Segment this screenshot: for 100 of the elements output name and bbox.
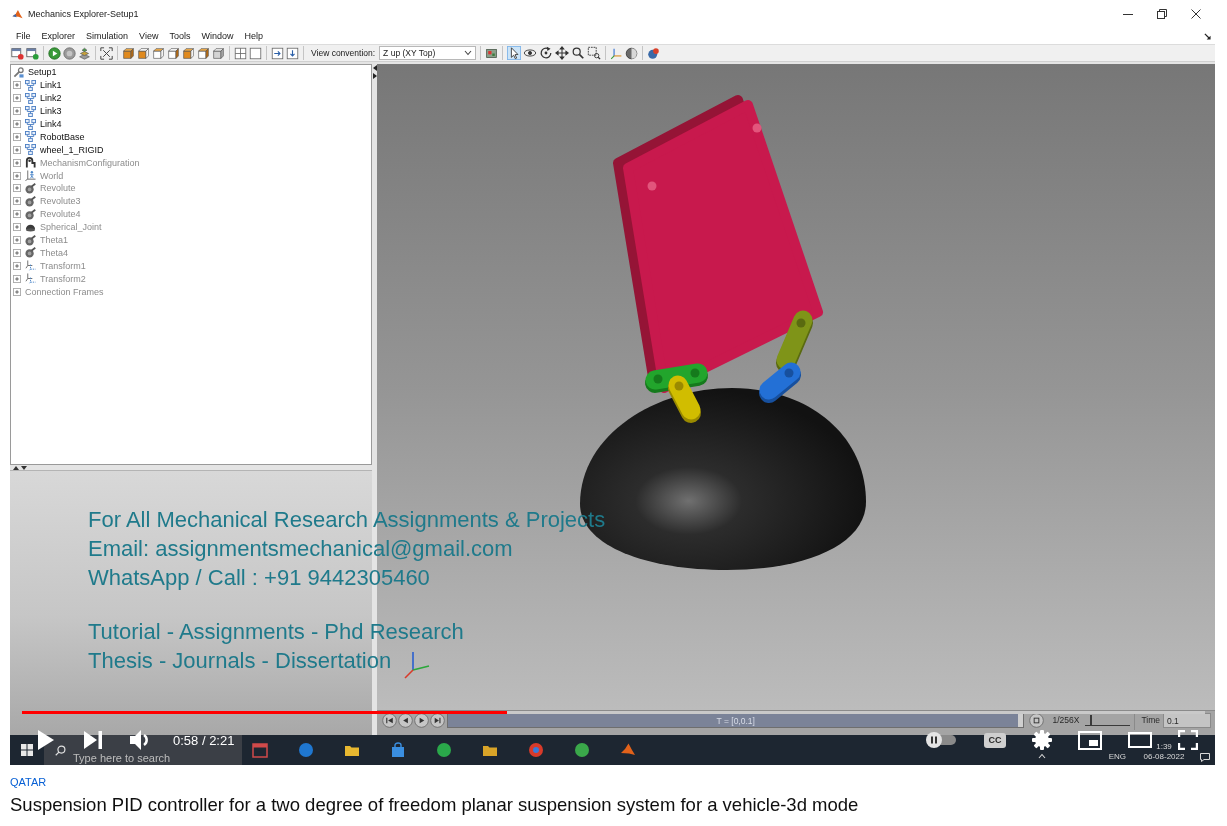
menu-item[interactable]: View (139, 31, 159, 41)
magnifier-icon[interactable] (571, 46, 586, 60)
calendar-icon[interactable] (252, 742, 268, 758)
expand-icon[interactable] (13, 107, 21, 116)
ball-icon[interactable] (647, 46, 661, 60)
chevron-up-icon[interactable] (1037, 753, 1046, 759)
grid-icon[interactable] (234, 46, 247, 60)
tree-item[interactable]: Revolute4 (40, 208, 81, 221)
menu-item[interactable]: Help (244, 31, 263, 41)
menu-item[interactable]: Simulation (86, 31, 129, 41)
expand-icon[interactable] (13, 248, 21, 257)
step-forward-icon[interactable] (430, 713, 445, 728)
box-magnifier-icon[interactable] (587, 46, 602, 60)
tree-item[interactable]: Link3 (40, 105, 62, 118)
fullscreen-icon[interactable] (1178, 730, 1198, 750)
globe-icon[interactable] (298, 742, 314, 758)
bag-icon[interactable] (390, 742, 406, 758)
message-icon[interactable] (1200, 753, 1210, 762)
peak-icon[interactable] (620, 742, 636, 758)
restore-icon[interactable] (1157, 9, 1167, 19)
play-icon[interactable] (414, 713, 429, 728)
tree-item[interactable]: Revolute3 (40, 195, 81, 208)
tree-item[interactable]: Link1 (40, 79, 62, 92)
cube-icon[interactable] (137, 46, 150, 60)
box-arrow-icon[interactable] (286, 46, 299, 60)
expand-icon[interactable] (13, 223, 21, 232)
skip-back-icon[interactable] (382, 713, 397, 728)
globe-icon[interactable] (528, 742, 544, 758)
tree-item[interactable]: Link2 (40, 92, 62, 105)
fit-view-icon[interactable] (100, 46, 113, 60)
tree-item[interactable]: Theta4 (40, 246, 69, 259)
globe-icon[interactable] (436, 742, 452, 758)
clock-date[interactable]: 06-08-2022 (1143, 752, 1185, 762)
language-indicator[interactable]: ENG (1108, 752, 1126, 762)
expand-icon[interactable] (13, 236, 21, 244)
block-icon[interactable] (485, 46, 499, 60)
slider-thumb[interactable] (1089, 715, 1092, 726)
expand-icon[interactable] (13, 120, 21, 128)
autoplay-toggle[interactable] (926, 732, 958, 748)
window-icon[interactable] (11, 46, 24, 60)
windows-logo-icon[interactable] (21, 744, 33, 756)
menu-item[interactable]: File (16, 31, 31, 41)
tree-item[interactable]: Setup1 (28, 66, 57, 79)
rotate-icon[interactable] (539, 46, 554, 60)
expand-icon[interactable] (13, 145, 21, 154)
cube-icon[interactable] (212, 46, 225, 60)
expand-icon[interactable] (13, 184, 21, 193)
menu-item[interactable]: Explorer (41, 31, 76, 41)
expand-icon[interactable] (13, 261, 21, 270)
tree-item[interactable]: Spherical_Joint (40, 221, 102, 234)
globe-icon[interactable] (574, 742, 590, 758)
speed-slider[interactable] (1085, 715, 1131, 726)
tree-item[interactable]: Link4 (40, 118, 62, 130)
expand-icon[interactable] (13, 287, 21, 296)
stack-icon[interactable] (78, 46, 91, 60)
tree-item[interactable]: Connection Frames (25, 285, 104, 298)
tree-item[interactable]: wheel_1_RIGID (40, 143, 104, 156)
cube-icon[interactable] (197, 46, 210, 60)
sphere-icon[interactable] (625, 46, 639, 60)
view-convention-dropdown[interactable]: Z up (XY Top) (379, 46, 477, 60)
tree-item[interactable]: Transform1 (40, 259, 86, 272)
pointer-icon[interactable] (507, 46, 522, 60)
miniplayer-icon[interactable] (1078, 730, 1102, 750)
expand-icon[interactable] (13, 210, 21, 219)
eye-icon[interactable] (523, 46, 538, 60)
corner-arrow-icon[interactable] (1204, 32, 1211, 40)
theater-mode-icon[interactable] (1128, 732, 1152, 748)
collapse-arrows-icon[interactable] (372, 65, 377, 79)
cube-icon[interactable] (152, 46, 165, 60)
tree-item[interactable]: Theta1 (40, 234, 69, 246)
hashtag-link[interactable]: QATAR (10, 776, 47, 789)
splitter-arrows-icon[interactable] (12, 465, 28, 470)
expand-icon[interactable] (13, 197, 21, 206)
expand-icon[interactable] (13, 171, 21, 180)
next-icon[interactable] (84, 731, 102, 749)
tree-item[interactable]: World (40, 169, 64, 182)
cube-icon[interactable] (182, 46, 195, 60)
expand-icon[interactable] (13, 94, 21, 103)
menu-item[interactable]: Window (201, 31, 234, 41)
clock-time[interactable]: 1:39 (1156, 742, 1172, 752)
play-icon[interactable] (38, 730, 54, 750)
expand-icon[interactable] (13, 81, 21, 90)
menu-item[interactable]: Tools (169, 31, 191, 41)
stop-icon[interactable] (63, 46, 76, 60)
close-icon[interactable] (1191, 9, 1201, 19)
video-progress-track[interactable] (22, 711, 1205, 714)
pane-icon[interactable] (249, 46, 262, 60)
cube-icon[interactable] (122, 46, 135, 60)
window-icon[interactable] (26, 46, 39, 60)
expand-icon[interactable] (13, 132, 21, 141)
settings-icon[interactable] (1032, 730, 1052, 750)
tree-item[interactable]: Transform2 (40, 272, 86, 285)
tree-item[interactable]: MechanismConfiguration (40, 156, 140, 169)
expand-icon[interactable] (13, 274, 21, 283)
pan-icon[interactable] (555, 46, 570, 60)
cube-icon[interactable] (167, 46, 180, 60)
tree-item[interactable]: Revolute (40, 182, 76, 195)
expand-icon[interactable] (13, 158, 21, 167)
tree-item[interactable]: RobotBase (40, 130, 85, 143)
step-back-icon[interactable] (398, 713, 413, 728)
